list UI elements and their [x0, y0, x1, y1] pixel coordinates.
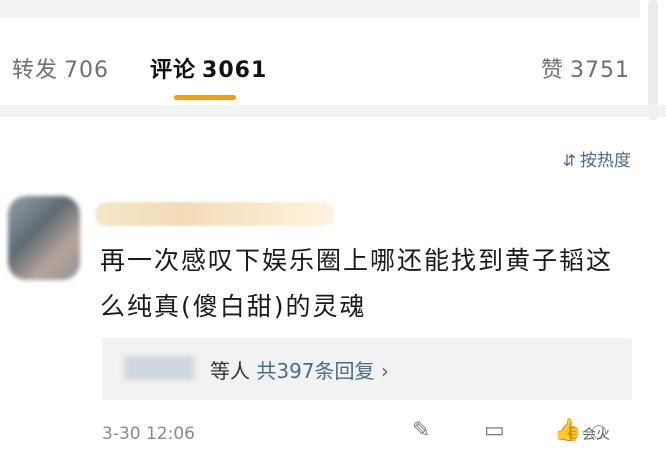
reply-count-link[interactable]: 共397条回复: [256, 359, 374, 383]
reply-summary: 等人 共397条回复 ›: [210, 355, 389, 384]
tab-comment[interactable]: 评论 3061: [150, 52, 267, 84]
tab-repost[interactable]: 转发 706: [12, 52, 109, 84]
username-blurred[interactable]: [95, 202, 335, 226]
share-button[interactable]: ✎: [412, 418, 430, 443]
tab-like-count: 3751: [570, 58, 630, 83]
share-icon: ✎: [412, 418, 431, 443]
tab-comment-count: 3061: [202, 58, 268, 83]
thumbs-up-icon: 👍: [554, 418, 582, 443]
section-divider: [0, 105, 666, 117]
reply-avatar-blurred: [124, 356, 194, 380]
reply-button[interactable]: ▭: [484, 418, 505, 443]
tab-like[interactable]: 赞 3751: [541, 52, 630, 84]
tab-like-label: 赞: [540, 58, 564, 83]
sort-button[interactable]: ⇵ 按热度: [563, 146, 631, 171]
like-button[interactable]: 👍: [554, 418, 581, 443]
top-strip: [0, 0, 640, 18]
reply-users-label: 等人: [210, 359, 250, 383]
tab-repost-count: 706: [64, 58, 110, 83]
chevron-right-icon: ›: [380, 359, 389, 383]
tab-bar: 转发 706 评论 3061 赞 3751: [0, 0, 666, 120]
reply-summary-box[interactable]: 等人 共397条回复 ›: [102, 338, 632, 400]
comment-text: 再一次感叹下娱乐圈上哪还能找到黄子韬这么纯真(傻白甜)的灵魂: [100, 246, 614, 321]
comment-icon: ▭: [484, 418, 505, 443]
comment-timestamp: 3-30 12:06: [102, 424, 195, 444]
tab-comment-label: 评论: [150, 58, 197, 83]
scrollbar[interactable]: [648, 0, 658, 120]
sort-label: 按热度: [580, 151, 631, 171]
tab-active-indicator: [174, 95, 236, 100]
sort-icon: ⇵: [562, 151, 576, 170]
avatar[interactable]: [8, 196, 80, 280]
tab-repost-label: 转发: [12, 58, 59, 83]
watermark-text: 会火: [582, 427, 610, 443]
